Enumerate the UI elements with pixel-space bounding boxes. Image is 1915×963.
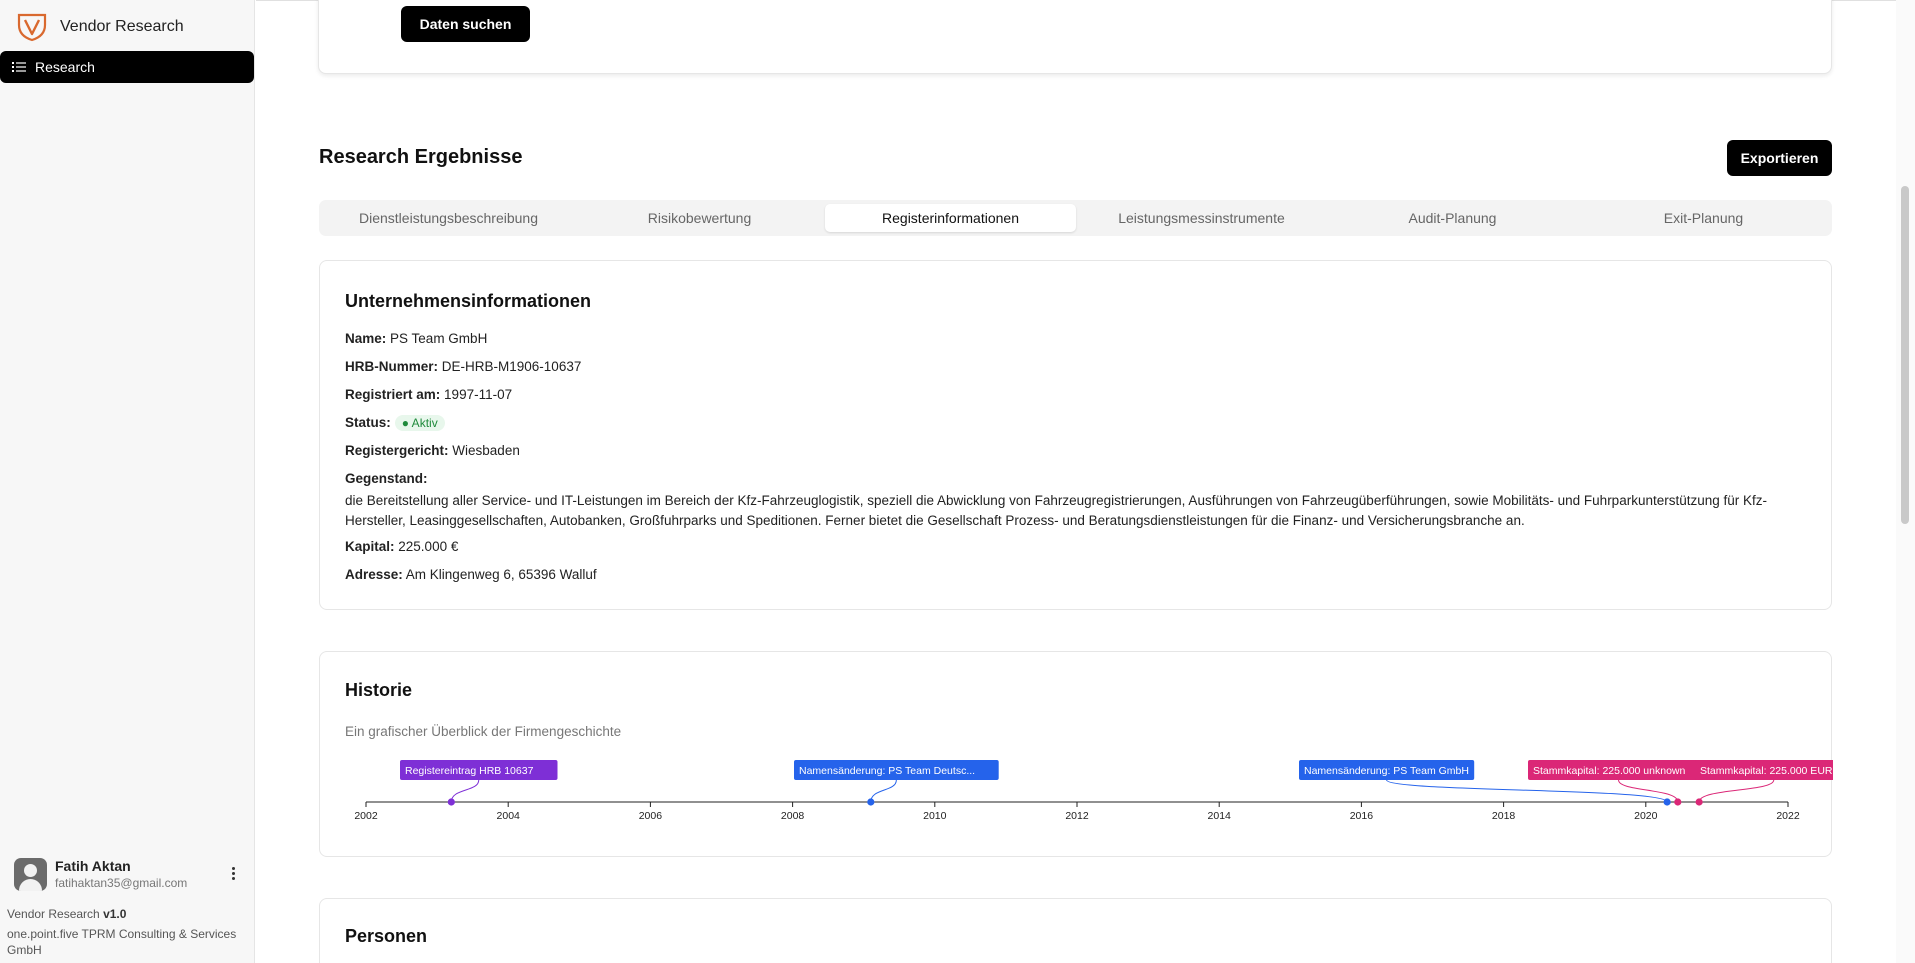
status-badge: ● Aktiv xyxy=(394,415,445,431)
page-scrollbar[interactable] xyxy=(1896,0,1915,963)
user-profile[interactable]: Fatih Aktan fatihaktan35@gmail.com xyxy=(14,855,240,893)
sidebar: Vendor Research Research Fatih Aktan fat… xyxy=(0,0,255,963)
history-card: Historie Ein grafischer Überblick der Fi… xyxy=(319,651,1833,857)
search-data-button[interactable]: Daten suchen xyxy=(401,6,530,42)
event-connector xyxy=(1618,779,1679,803)
user-name: Fatih Aktan xyxy=(55,858,131,874)
event-connector xyxy=(870,779,897,803)
company-info-card: Unternehmensinformationen Name: PS Team … xyxy=(319,260,1832,610)
event-connector xyxy=(1386,779,1668,803)
main-content: Daten suchen Research Ergebnisse Exporti… xyxy=(256,0,1896,963)
timeline-tick-label: 2004 xyxy=(497,810,521,822)
timeline-tick-label: 2006 xyxy=(639,810,663,822)
company-name-row: Name: PS Team GmbH xyxy=(345,331,488,346)
tab-leistungsmessinstrumente[interactable]: Leistungsmessinstrumente xyxy=(1076,204,1327,232)
event-connector xyxy=(450,779,480,803)
address-row: Adresse: Am Klingenweg 6, 65396 Walluf xyxy=(345,567,597,582)
search-card: Daten suchen xyxy=(318,0,1832,74)
registered-date-row: Registriert am: 1997-11-07 xyxy=(345,387,513,402)
event-label: Stammkapital: 225.000 EUR xyxy=(1700,765,1833,777)
timeline-tick-label: 2012 xyxy=(1065,810,1089,822)
hrb-number-row: HRB-Nummer: DE-HRB-M1906-10637 xyxy=(345,359,582,374)
company-info-title: Unternehmensinformationen xyxy=(345,291,592,311)
history-timeline-chart: 2002 2004 2006 2008 2010 2012 2014 2016 2018 2020… xyxy=(354,760,1833,822)
event-point xyxy=(1674,798,1682,806)
results-tabs: Dienstleistungsbeschreibung Risikobewert… xyxy=(319,200,1832,236)
sidebar-item-label: Research xyxy=(35,59,95,75)
list-icon xyxy=(12,62,26,72)
event-connector xyxy=(1698,779,1775,803)
app-version: Vendor Research v1.0 xyxy=(7,907,127,921)
tab-registerinformationen[interactable]: Registerinformationen xyxy=(825,204,1076,232)
persons-title: Personen xyxy=(345,926,428,946)
results-title: Research Ergebnisse xyxy=(319,146,523,168)
tab-audit-planung[interactable]: Audit-Planung xyxy=(1327,204,1578,232)
timeline-tick-label: 2016 xyxy=(1350,810,1374,822)
timeline-tick-label: 2020 xyxy=(1634,810,1658,822)
tab-dienstleistungsbeschreibung[interactable]: Dienstleistungsbeschreibung xyxy=(323,204,574,232)
timeline-tick-label: 2002 xyxy=(354,810,378,822)
status-row: Status: ● Aktiv xyxy=(345,415,445,431)
capital-row: Kapital: 225.000 € xyxy=(345,539,459,554)
event-point xyxy=(1663,798,1671,806)
timeline-tick-label: 2008 xyxy=(781,810,805,822)
event-label: Stammkapital: 225.000 unknown xyxy=(1533,765,1686,777)
event-point xyxy=(867,798,875,806)
company-name: one.point.five TPRM Consulting & Service… xyxy=(7,927,237,957)
event-label: Namensänderung: PS Team GmbH xyxy=(1304,765,1469,777)
brand-name: Vendor Research xyxy=(60,18,184,35)
purpose-text: die Bereitstellung aller Service- und IT… xyxy=(345,493,1768,528)
vendor-logo-icon xyxy=(17,13,47,42)
tab-exit-planung[interactable]: Exit-Planung xyxy=(1578,204,1829,232)
event-label: Registereintrag HRB 10637 xyxy=(405,765,534,777)
purpose-label: Gegenstand: xyxy=(345,471,428,486)
event-point xyxy=(1695,798,1703,806)
scrollbar-thumb[interactable] xyxy=(1901,186,1909,524)
event-point xyxy=(447,798,455,806)
app-root: Vendor Research Research Fatih Aktan fat… xyxy=(0,0,1915,963)
tab-risikobewertung[interactable]: Risikobewertung xyxy=(574,204,825,232)
register-court-row: Registergericht: Wiesbaden xyxy=(345,443,520,458)
timeline-tick-label: 2018 xyxy=(1492,810,1516,822)
timeline-tick-label: 2014 xyxy=(1208,810,1232,822)
more-options-icon[interactable] xyxy=(228,865,238,883)
timeline-tick-label: 2022 xyxy=(1776,810,1800,822)
avatar xyxy=(14,857,47,891)
timeline-tick-label: 2010 xyxy=(923,810,947,822)
user-email: fatihaktan35@gmail.com xyxy=(55,876,188,890)
brand[interactable]: Vendor Research xyxy=(16,12,184,42)
event-label: Namensänderung: PS Team Deutsc... xyxy=(799,765,975,777)
sidebar-item-research[interactable]: Research xyxy=(0,51,254,83)
persons-card: Personen xyxy=(319,898,1832,963)
export-button[interactable]: Exportieren xyxy=(1727,140,1832,176)
